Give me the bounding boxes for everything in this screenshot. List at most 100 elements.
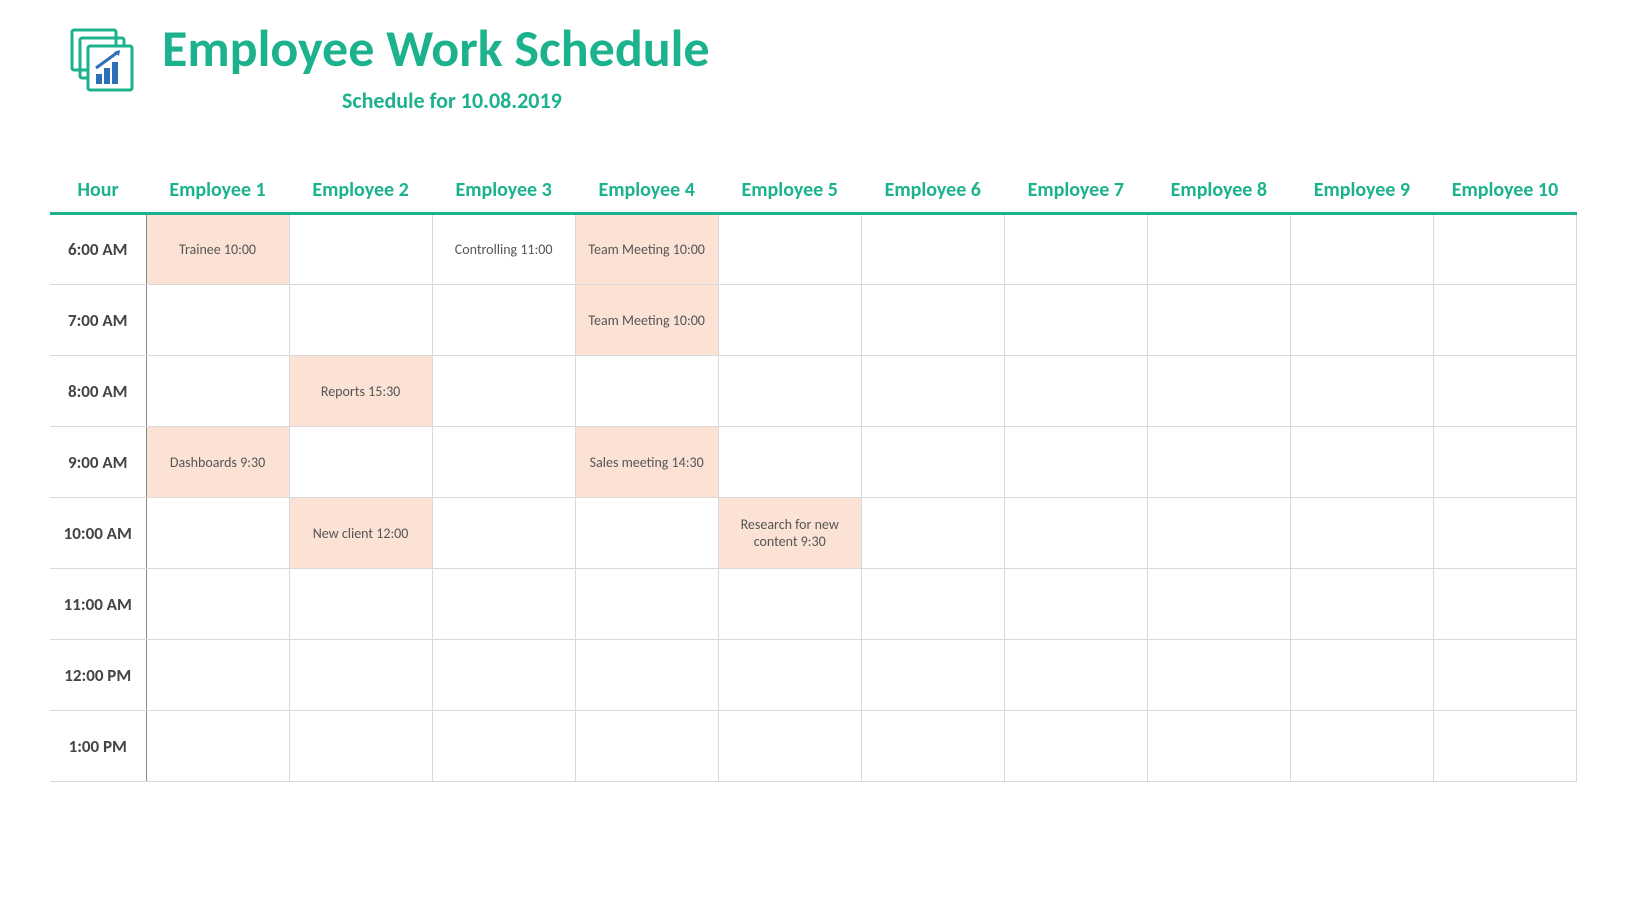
- schedule-cell[interactable]: [1290, 569, 1433, 640]
- schedule-cell[interactable]: [432, 285, 575, 356]
- schedule-body: 6:00 AMTrainee 10:00 Controlling 11:00Tea…: [50, 214, 1577, 782]
- schedule-cell[interactable]: [1004, 285, 1147, 356]
- schedule-cell[interactable]: [861, 569, 1004, 640]
- header: Employee Work Schedule Schedule for 10.0…: [40, 20, 1587, 114]
- schedule-cell[interactable]: [1290, 285, 1433, 356]
- schedule-cell[interactable]: [146, 640, 289, 711]
- schedule-cell[interactable]: [718, 427, 861, 498]
- schedule-cell[interactable]: [1004, 214, 1147, 285]
- page-subtitle: Schedule for 10.08.2019: [342, 87, 710, 114]
- schedule-cell[interactable]: [432, 427, 575, 498]
- row-hour-label: 10:00 AM: [50, 498, 146, 569]
- schedule-cell[interactable]: [289, 640, 432, 711]
- schedule-cell[interactable]: [1147, 711, 1290, 782]
- schedule-cell[interactable]: [432, 640, 575, 711]
- schedule-cell[interactable]: [1433, 711, 1576, 782]
- schedule-cell[interactable]: Dashboards 9:30: [146, 427, 289, 498]
- row-hour-label: 7:00 AM: [50, 285, 146, 356]
- schedule-cell[interactable]: [146, 711, 289, 782]
- schedule-cell[interactable]: [1147, 214, 1290, 285]
- schedule-cell[interactable]: [861, 711, 1004, 782]
- schedule-cell[interactable]: [1433, 356, 1576, 427]
- schedule-cell[interactable]: [575, 711, 718, 782]
- schedule-cell[interactable]: [1290, 214, 1433, 285]
- schedule-cell[interactable]: Team Meeting 10:00: [575, 285, 718, 356]
- schedule-cell[interactable]: [1004, 427, 1147, 498]
- row-hour-label: 6:00 AM: [50, 214, 146, 285]
- schedule-cell[interactable]: [146, 498, 289, 569]
- schedule-cell[interactable]: [861, 498, 1004, 569]
- row-hour-label: 1:00 PM: [50, 711, 146, 782]
- schedule-cell[interactable]: [1433, 569, 1576, 640]
- schedule-cell[interactable]: [1290, 427, 1433, 498]
- schedule-cell[interactable]: [575, 569, 718, 640]
- logo-icon: [70, 20, 136, 97]
- schedule-cell[interactable]: [1433, 285, 1576, 356]
- schedule-cell[interactable]: [575, 640, 718, 711]
- schedule-cell[interactable]: [1433, 498, 1576, 569]
- row-hour-label: 8:00 AM: [50, 356, 146, 427]
- schedule-cell[interactable]: [861, 285, 1004, 356]
- schedule-cell[interactable]: New client 12:00: [289, 498, 432, 569]
- schedule-cell[interactable]: Team Meeting 10:00: [575, 214, 718, 285]
- schedule-cell[interactable]: [1147, 427, 1290, 498]
- schedule-cell[interactable]: [289, 285, 432, 356]
- schedule-cell[interactable]: [1004, 640, 1147, 711]
- schedule-cell[interactable]: [1433, 427, 1576, 498]
- schedule-cell[interactable]: [432, 498, 575, 569]
- table-row: 8:00 AM Reports 15:30: [50, 356, 1577, 427]
- column-header-employee: Employee 10: [1433, 172, 1576, 214]
- schedule-cell[interactable]: [1433, 640, 1576, 711]
- schedule-cell[interactable]: [1147, 356, 1290, 427]
- schedule-cell[interactable]: [1147, 569, 1290, 640]
- schedule-cell[interactable]: [1290, 711, 1433, 782]
- column-header-employee: Employee 5: [718, 172, 861, 214]
- schedule-cell[interactable]: [861, 214, 1004, 285]
- row-hour-label: 9:00 AM: [50, 427, 146, 498]
- schedule-cell[interactable]: [432, 356, 575, 427]
- schedule-cell[interactable]: [432, 569, 575, 640]
- schedule-cell[interactable]: Reports 15:30: [289, 356, 432, 427]
- schedule-cell[interactable]: [1004, 569, 1147, 640]
- schedule-cell[interactable]: [718, 569, 861, 640]
- schedule-cell[interactable]: [1004, 356, 1147, 427]
- schedule-cell[interactable]: Controlling 11:00: [432, 214, 575, 285]
- schedule-cell[interactable]: [718, 214, 861, 285]
- schedule-cell[interactable]: [718, 711, 861, 782]
- schedule-cell[interactable]: [575, 356, 718, 427]
- schedule-cell[interactable]: [718, 285, 861, 356]
- schedule-cell[interactable]: [146, 569, 289, 640]
- schedule-cell[interactable]: [289, 427, 432, 498]
- schedule-cell[interactable]: [289, 711, 432, 782]
- schedule-cell[interactable]: [575, 498, 718, 569]
- schedule-cell[interactable]: [1290, 640, 1433, 711]
- schedule-cell[interactable]: [1147, 285, 1290, 356]
- schedule-cell[interactable]: Research for new content 9:30: [718, 498, 861, 569]
- schedule-cell[interactable]: [1147, 640, 1290, 711]
- schedule-cell[interactable]: [146, 285, 289, 356]
- column-header-row: HourEmployee 1Employee 2Employee 3Employ…: [50, 172, 1577, 214]
- schedule-cell[interactable]: [432, 711, 575, 782]
- schedule-cell[interactable]: [861, 356, 1004, 427]
- schedule-cell[interactable]: [1290, 356, 1433, 427]
- column-header-employee: Employee 1: [146, 172, 289, 214]
- column-header-employee: Employee 3: [432, 172, 575, 214]
- schedule-cell[interactable]: [1147, 498, 1290, 569]
- schedule-cell[interactable]: Sales meeting 14:30: [575, 427, 718, 498]
- column-header-employee: Employee 7: [1004, 172, 1147, 214]
- schedule-cell[interactable]: [861, 640, 1004, 711]
- schedule-cell[interactable]: [1433, 214, 1576, 285]
- column-header-employee: Employee 9: [1290, 172, 1433, 214]
- schedule-cell[interactable]: [861, 427, 1004, 498]
- schedule-cell[interactable]: [289, 569, 432, 640]
- column-header-employee: Employee 6: [861, 172, 1004, 214]
- schedule-cell[interactable]: [146, 356, 289, 427]
- schedule-cell[interactable]: [718, 640, 861, 711]
- schedule-cell[interactable]: [1290, 498, 1433, 569]
- schedule-cell[interactable]: [1004, 711, 1147, 782]
- schedule-cell[interactable]: [1004, 498, 1147, 569]
- row-hour-label: 12:00 PM: [50, 640, 146, 711]
- schedule-cell[interactable]: [289, 214, 432, 285]
- schedule-cell[interactable]: Trainee 10:00: [146, 214, 289, 285]
- schedule-cell[interactable]: [718, 356, 861, 427]
